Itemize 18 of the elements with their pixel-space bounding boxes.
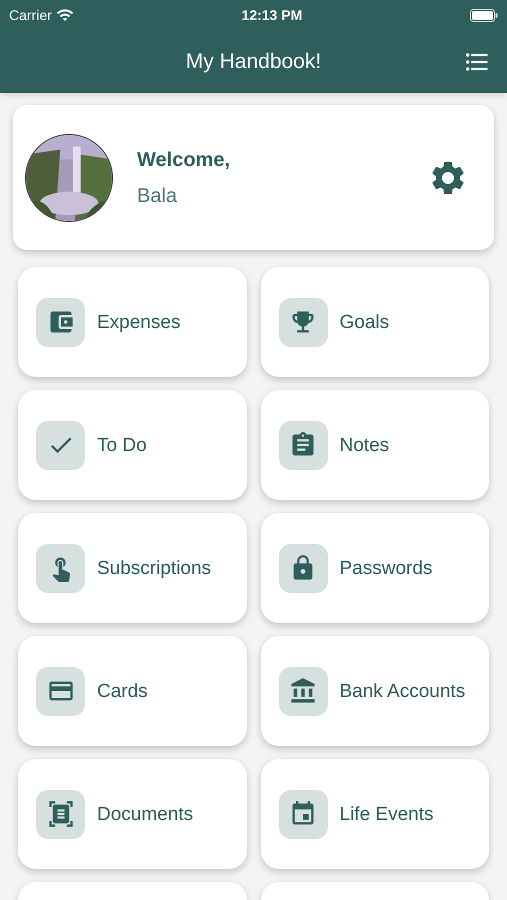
menu-tile[interactable]: Notes xyxy=(260,390,489,500)
menu-tile[interactable]: To Do xyxy=(18,390,246,500)
carrier-label: Carrier xyxy=(9,6,52,24)
document-scan-icon xyxy=(46,800,74,828)
user-name: Bala xyxy=(137,184,178,208)
menu-tile[interactable]: Bank Accounts xyxy=(260,636,489,746)
menu-tile[interactable]: Subscriptions xyxy=(18,513,246,623)
status-time: 12:13 PM xyxy=(242,6,302,24)
menu-tile[interactable]: Passwords xyxy=(260,513,489,623)
menu-tile[interactable]: Documents xyxy=(18,759,246,869)
menu-tile[interactable]: Cards xyxy=(18,636,246,746)
app-title: My Handbook! xyxy=(186,48,322,75)
menu-tile[interactable]: Expenses xyxy=(18,267,246,377)
bank-building-icon xyxy=(289,677,317,705)
welcome-label: Welcome, xyxy=(137,148,231,172)
menu-tile[interactable]: Life Events xyxy=(260,759,489,869)
menu-tile[interactable]: Goals xyxy=(260,267,489,377)
battery-icon xyxy=(470,8,498,22)
